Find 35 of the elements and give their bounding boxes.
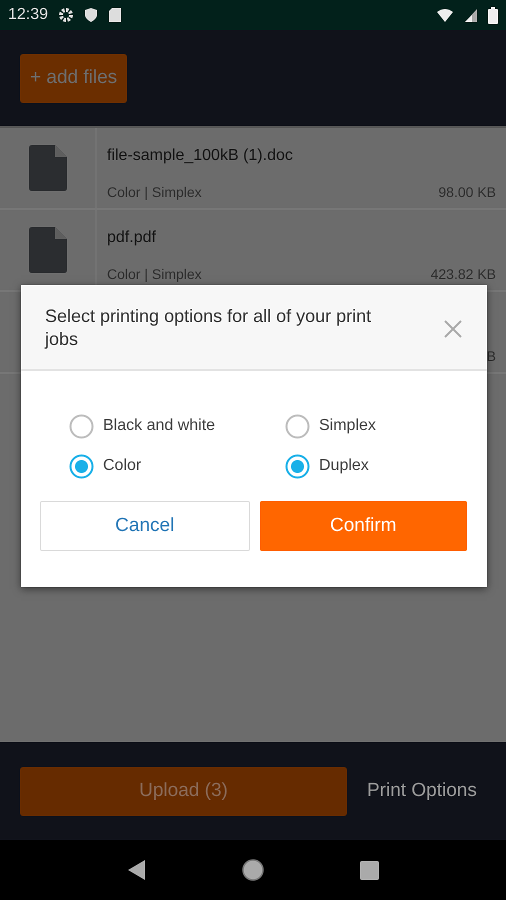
battery-icon [488, 6, 498, 24]
gear-icon [58, 7, 74, 23]
radio-label: Simplex [319, 416, 376, 436]
radio-button[interactable] [285, 454, 310, 478]
file-icon [28, 227, 66, 273]
file-icon [28, 145, 66, 191]
wifi-icon [436, 8, 454, 22]
dialog-title: Select printing options for all of your print jobs [45, 305, 372, 351]
file-size: B [486, 347, 496, 366]
file-size: 423.82 KB [430, 265, 496, 284]
sd-card-icon [108, 7, 122, 23]
file-name: file-sample_100kB (1).doc [107, 146, 294, 166]
radio-label: Duplex [319, 456, 369, 476]
radio-button[interactable] [69, 414, 94, 438]
radio-button[interactable] [69, 454, 94, 478]
radio-label: Color [103, 456, 142, 476]
confirm-button[interactable]: Confirm [260, 501, 467, 551]
clock: 12:39 [8, 5, 48, 25]
recents-icon[interactable] [360, 860, 379, 880]
close-icon [443, 319, 463, 339]
file-name: pdf.pdf [107, 228, 157, 248]
cancel-button[interactable]: Cancel [40, 501, 250, 551]
shield-icon [84, 7, 98, 23]
back-icon[interactable] [127, 859, 146, 881]
radio-label: Black and white [103, 416, 216, 436]
print-options-summary: Color | Simplex [107, 265, 202, 284]
radio-button[interactable] [285, 414, 310, 438]
home-icon[interactable] [240, 858, 265, 882]
file-size: 98.00 KB [438, 183, 496, 202]
close-button[interactable] [443, 319, 463, 339]
signal-icon [464, 8, 478, 22]
upload-button[interactable]: Upload (3) [20, 766, 347, 816]
add-files-button[interactable]: + add files [20, 54, 128, 102]
print-options-summary: Color | Simplex [107, 183, 202, 202]
print-options-button[interactable]: Print Options [367, 776, 477, 806]
